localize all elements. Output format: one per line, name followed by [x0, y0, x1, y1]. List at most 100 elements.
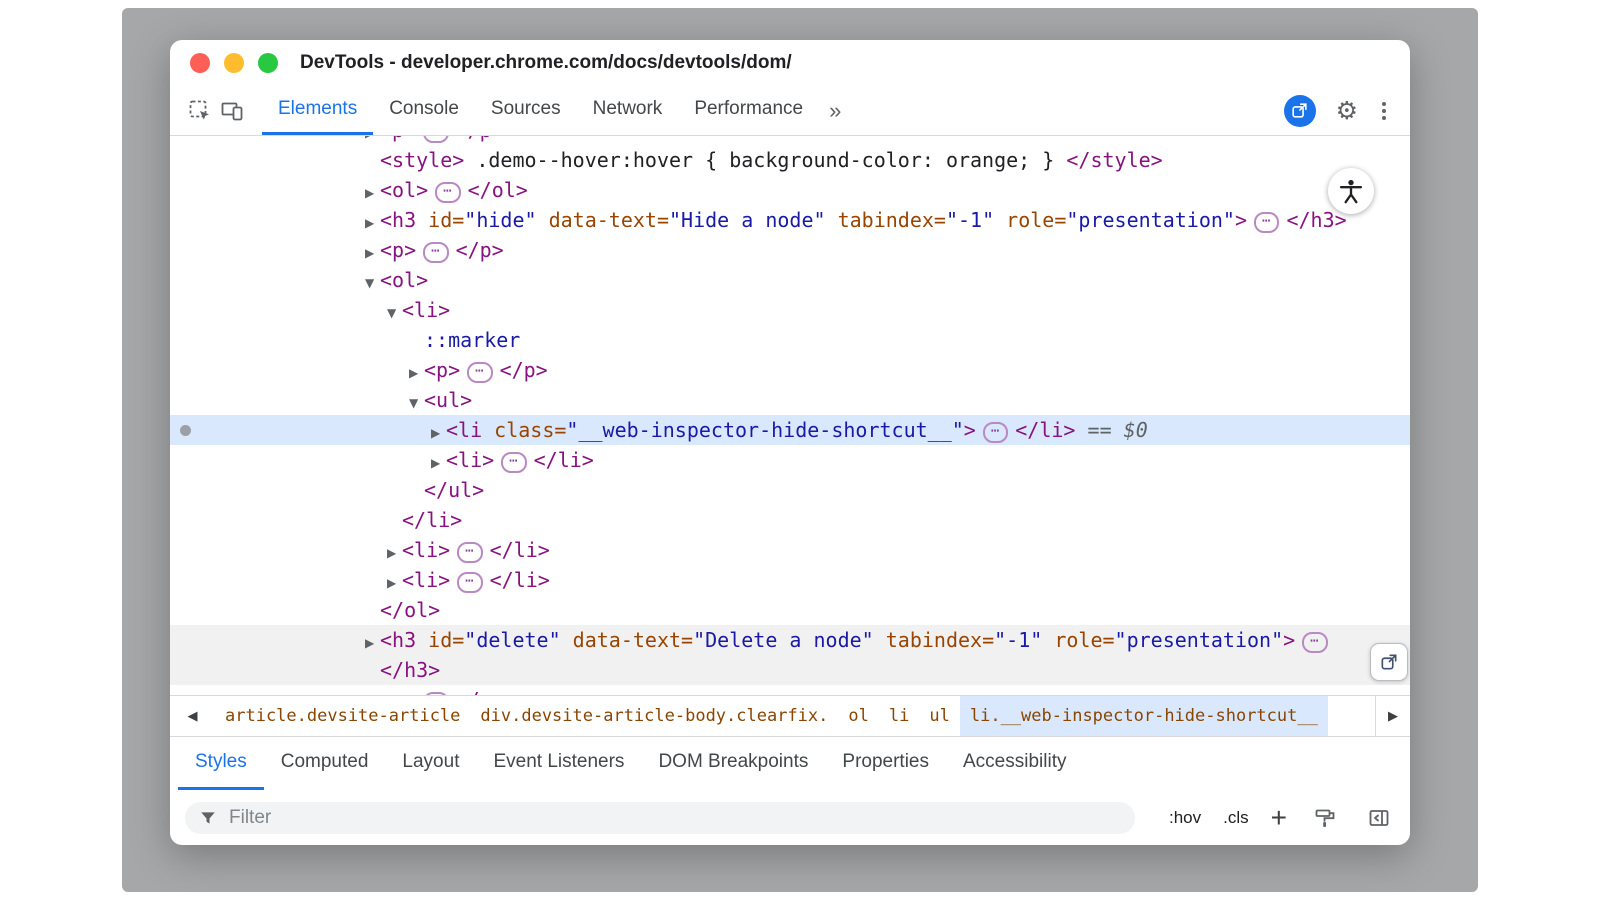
inline-expand-button[interactable]: ⋯ — [457, 542, 482, 563]
sidebar-tab-event-listeners[interactable]: Event Listeners — [476, 737, 641, 790]
dom-node-row[interactable]: ▶<p>⋯</p> — [170, 355, 1410, 385]
sidebar-tab-accessibility[interactable]: Accessibility — [946, 737, 1083, 790]
tab-console[interactable]: Console — [373, 86, 475, 135]
sidebar-tab-dom-breakpoints[interactable]: DOM Breakpoints — [641, 737, 825, 790]
dom-node-row[interactable]: ▶<h3 id="hide" data-text="Hide a node" t… — [170, 205, 1410, 235]
more-tabs-button[interactable]: » — [829, 98, 841, 124]
dom-node-row[interactable]: ▶<p>⋯</p> — [170, 136, 1410, 145]
twisty-expand-icon[interactable]: ▶ — [365, 208, 380, 238]
dom-node-row[interactable]: </ul> — [170, 475, 1410, 505]
inspect-cursor-icon — [188, 99, 212, 123]
dom-node-row[interactable]: ▼<ol> — [170, 265, 1410, 295]
tab-elements[interactable]: Elements — [262, 86, 373, 135]
code-token-tag: <ul> — [424, 388, 472, 412]
breadcrumb-item[interactable]: ul — [919, 696, 959, 736]
twisty-expand-icon[interactable]: ▶ — [387, 538, 402, 568]
inline-expand-button[interactable]: ⋯ — [423, 242, 448, 263]
twisty-collapse-icon[interactable]: ▼ — [365, 268, 380, 298]
toggle-class-button[interactable]: .cls — [1223, 808, 1249, 828]
dom-node-row[interactable]: ▼<ul> — [170, 385, 1410, 415]
breadcrumb-item[interactable]: li — [879, 696, 919, 736]
inline-expand-button[interactable]: ⋯ — [457, 572, 482, 593]
breadcrumb-scroll-right-button[interactable]: ▶ — [1375, 696, 1410, 736]
accessibility-icon — [1337, 177, 1365, 205]
code-token-text: .demo--hover:hover { background-color: o… — [464, 148, 1066, 172]
breadcrumb-item[interactable]: article.devsite-article — [215, 696, 470, 736]
zoom-button[interactable] — [258, 53, 278, 73]
close-button[interactable] — [190, 53, 210, 73]
breadcrumb-item[interactable]: ol — [838, 696, 878, 736]
inline-expand-button[interactable]: ⋯ — [435, 182, 460, 203]
dom-node-row[interactable]: ▶<li>⋯</li> — [170, 565, 1410, 595]
twisty-expand-icon[interactable]: ▶ — [365, 688, 380, 695]
inline-expand-button[interactable]: ⋯ — [1302, 632, 1327, 653]
toggle-sidebar-button[interactable] — [1363, 802, 1395, 834]
inspect-element-button[interactable] — [184, 95, 216, 127]
twisty-expand-icon[interactable]: ▶ — [431, 418, 446, 448]
dom-node-row[interactable]: ▶<p>⋯</p> — [170, 685, 1410, 695]
sidebar-tab-layout[interactable]: Layout — [385, 737, 476, 790]
twisty-collapse-icon[interactable]: ▼ — [387, 298, 402, 328]
minimize-button[interactable] — [224, 53, 244, 73]
dom-node-row[interactable]: <style> .demo--hover:hover { background-… — [170, 145, 1410, 175]
sidebar-tab-computed[interactable]: Computed — [264, 737, 386, 790]
code-token-tag: </li> — [490, 538, 550, 562]
dom-node-row[interactable]: ::marker — [170, 325, 1410, 355]
inline-expand-button[interactable]: ⋯ — [1254, 212, 1279, 233]
twisty-expand-icon[interactable]: ▶ — [365, 238, 380, 268]
breadcrumb-item[interactable]: div.devsite-article-body.clearfix. — [470, 696, 838, 736]
dom-node-row[interactable]: </h3> — [170, 655, 1410, 685]
code-token-tag: <li> — [402, 538, 450, 562]
accessibility-fab[interactable] — [1328, 168, 1374, 214]
dom-node-row[interactable]: ▶<h3 id="delete" data-text="Delete a nod… — [170, 625, 1410, 655]
dom-node-row[interactable]: ▶<li class="__web-inspector-hide-shortcu… — [170, 415, 1410, 445]
inline-expand-button[interactable]: ⋯ — [501, 452, 526, 473]
dom-node-row[interactable]: ▶<ol>⋯</ol> — [170, 175, 1410, 205]
new-style-rule-button[interactable]: + — [1271, 808, 1287, 828]
code-token-tag: </li> — [490, 568, 550, 592]
scroll-into-view-fab[interactable] — [1370, 643, 1408, 681]
settings-button[interactable]: ⚙ — [1336, 96, 1358, 125]
tab-network[interactable]: Network — [577, 86, 679, 135]
sidebar-tab-properties[interactable]: Properties — [825, 737, 946, 790]
twisty-expand-icon[interactable]: ▶ — [365, 628, 380, 658]
more-options-button[interactable] — [1378, 98, 1390, 124]
dom-node-row[interactable]: ▼<li> — [170, 295, 1410, 325]
filter-field[interactable] — [185, 802, 1135, 834]
code-token-attr: tabindex= — [874, 628, 994, 652]
tab-performance[interactable]: Performance — [678, 86, 819, 135]
breadcrumb-item[interactable]: li.__web-inspector-hide-shortcut__ — [960, 696, 1328, 736]
twisty-collapse-icon[interactable]: ▼ — [409, 388, 424, 418]
window-title: DevTools - developer.chrome.com/docs/dev… — [300, 52, 792, 74]
paint-roller-button[interactable] — [1309, 802, 1341, 834]
code-token-val: "__web-inspector-hide-shortcut__" — [566, 418, 963, 442]
panel-tabs: ElementsConsoleSourcesNetworkPerformance — [262, 86, 819, 135]
twisty-expand-icon[interactable]: ▶ — [409, 358, 424, 388]
inline-expand-button[interactable]: ⋯ — [423, 692, 448, 695]
twisty-expand-icon[interactable]: ▶ — [387, 568, 402, 598]
code-token-tag: </p> — [456, 136, 504, 142]
inline-expand-button[interactable]: ⋯ — [423, 136, 448, 143]
dom-node-row[interactable]: ▶<li> ⋯ </li> — [170, 535, 1410, 565]
code-token-tag: </h3> — [380, 658, 440, 682]
twisty-expand-icon[interactable]: ▶ — [365, 178, 380, 208]
filter-funnel-icon — [199, 809, 217, 827]
sidebar-tabs: StylesComputedLayoutEvent ListenersDOM B… — [170, 737, 1410, 790]
inline-expand-button[interactable]: ⋯ — [467, 362, 492, 383]
elements-panel: ▶<p>⋯</p> <style> .demo--hover:hover { ba… — [170, 136, 1410, 695]
tab-sources[interactable]: Sources — [475, 86, 577, 135]
sidebar-tab-styles[interactable]: Styles — [178, 737, 264, 790]
toggle-element-state-button[interactable]: :hov — [1169, 808, 1201, 828]
device-toolbar-button[interactable] — [216, 95, 248, 127]
dom-node-row[interactable]: ▶<li>⋯</li> — [170, 445, 1410, 475]
code-token-tag: </li> — [1015, 418, 1075, 442]
dom-node-row[interactable]: </ol> — [170, 595, 1410, 625]
dom-node-row[interactable]: ▶<p>⋯</p> — [170, 235, 1410, 265]
dom-node-row[interactable]: </li> — [170, 505, 1410, 535]
filter-input[interactable] — [227, 806, 1121, 830]
open-in-new-button[interactable] — [1284, 95, 1316, 127]
inline-expand-button[interactable]: ⋯ — [983, 422, 1008, 443]
breadcrumb-scroll-left-button[interactable]: ◀ — [170, 696, 215, 736]
twisty-expand-icon[interactable]: ▶ — [431, 448, 446, 478]
code-token-val: "delete" — [464, 628, 560, 652]
